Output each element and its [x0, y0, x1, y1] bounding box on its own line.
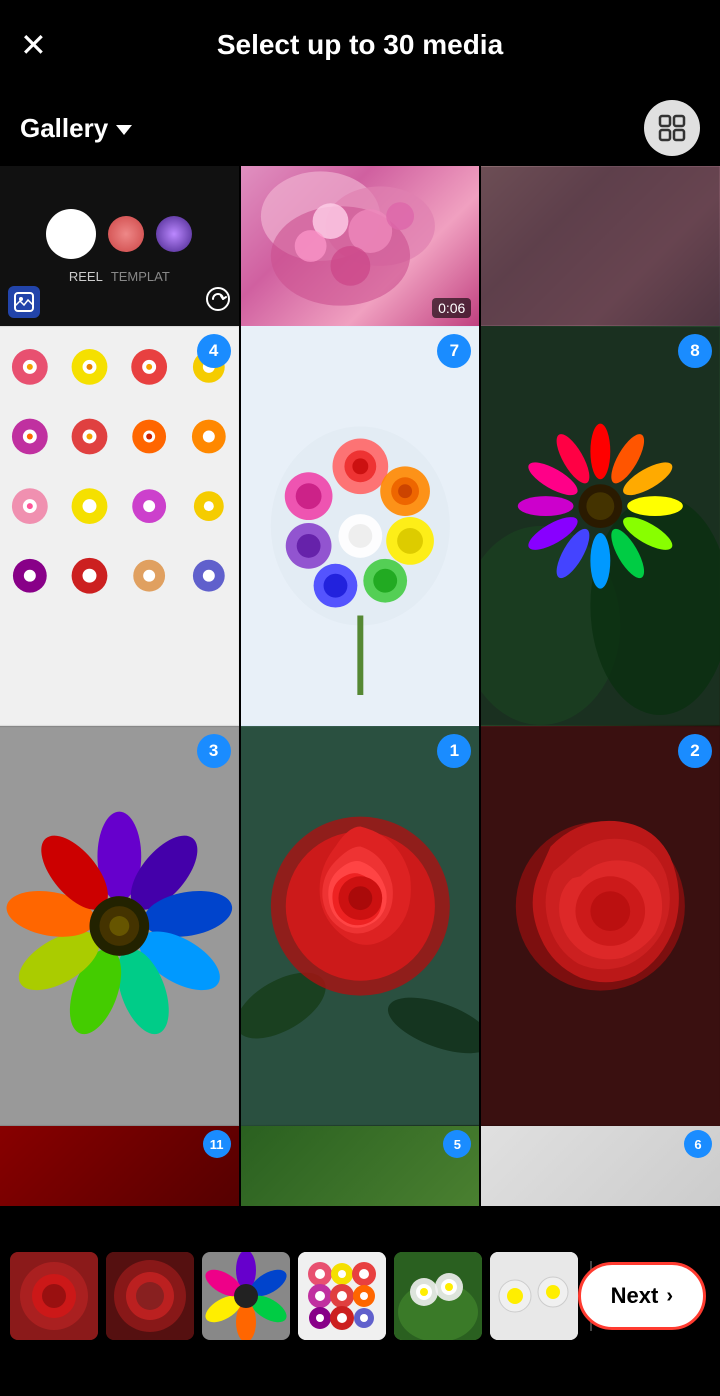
- selection-tray: Next ›: [0, 1206, 720, 1386]
- media-cell-8[interactable]: 8: [481, 326, 720, 726]
- chevron-down-icon: [116, 125, 132, 135]
- media-cell-dark[interactable]: [481, 166, 720, 326]
- next-button[interactable]: Next ›: [578, 1262, 706, 1330]
- partial-cell-6[interactable]: 6: [481, 1126, 720, 1206]
- partial-grid-row: 11 5 6: [0, 1126, 720, 1206]
- grid-view-icon: [658, 114, 686, 142]
- tray-item-5[interactable]: [394, 1252, 482, 1340]
- emoji-icon: [108, 216, 144, 252]
- tray-item-3-image: [202, 1252, 290, 1340]
- red-rose-2-image: [481, 726, 720, 1126]
- selection-badge-11: 11: [203, 1130, 231, 1158]
- next-button-label: Next: [611, 1283, 659, 1309]
- tray-item-1-image: [10, 1252, 98, 1340]
- tray-item-2[interactable]: [106, 1252, 194, 1340]
- camera-row: REEL TEMPLAT 0:06: [0, 166, 720, 326]
- red-rose-1-image: [241, 726, 480, 1126]
- camera-mode-bar: REEL TEMPLAT: [69, 269, 170, 284]
- partial-cell-11[interactable]: 11: [0, 1126, 239, 1206]
- tray-item-1[interactable]: [10, 1252, 98, 1340]
- gallery-corner-icon: [8, 286, 40, 318]
- media-cell-pink-flowers[interactable]: 0:06: [241, 166, 480, 326]
- tray-item-2-image: [106, 1252, 194, 1340]
- page-title: Select up to 30 media: [217, 29, 503, 61]
- tray-item-6-image: [490, 1252, 578, 1340]
- media-grid-row-2: 3 1 2: [0, 726, 720, 1126]
- reel-label: REEL: [69, 269, 103, 284]
- selection-badge-4: 4: [197, 334, 231, 368]
- selection-badge-6: 6: [684, 1130, 712, 1158]
- dark-flower-image: [481, 166, 720, 326]
- selection-badge-2: 2: [678, 734, 712, 768]
- selection-badge-5: 5: [443, 1130, 471, 1158]
- camera-shutter: [46, 209, 96, 259]
- media-cell-7[interactable]: 7: [241, 326, 480, 726]
- camera-switch-icon: [205, 286, 231, 318]
- close-button[interactable]: ✕: [20, 29, 47, 61]
- media-cell-1[interactable]: 1: [241, 726, 480, 1126]
- gallery-dropdown[interactable]: Gallery: [20, 113, 132, 144]
- rainbow-cosmos-image: [0, 726, 239, 1126]
- grid-toggle-button[interactable]: [644, 100, 700, 156]
- partial-cell-5[interactable]: 5: [241, 1126, 480, 1206]
- camera-ui: REEL TEMPLAT: [46, 209, 192, 284]
- effects-icon: [156, 216, 192, 252]
- camera-cell[interactable]: REEL TEMPLAT: [0, 166, 239, 326]
- rainbow-daisy-image: [481, 326, 720, 726]
- gallery-label-text: Gallery: [20, 113, 108, 144]
- video-duration: 0:06: [432, 298, 471, 318]
- gallery-bar: Gallery: [0, 90, 720, 166]
- selection-badge-8: 8: [678, 334, 712, 368]
- tray-item-3[interactable]: [202, 1252, 290, 1340]
- rainbow-rose-image: [241, 326, 480, 726]
- tray-item-6[interactable]: [490, 1252, 578, 1340]
- tray-item-5-image: [394, 1252, 482, 1340]
- media-cell-4[interactable]: 4: [0, 326, 239, 726]
- media-cell-2[interactable]: 2: [481, 726, 720, 1126]
- tray-item-4-image: [298, 1252, 386, 1340]
- tray-item-4[interactable]: [298, 1252, 386, 1340]
- media-cell-3[interactable]: 3: [0, 726, 239, 1126]
- selection-badge-3: 3: [197, 734, 231, 768]
- flower-grid-image: [0, 326, 239, 726]
- header: ✕ Select up to 30 media: [0, 0, 720, 90]
- next-chevron-icon: ›: [666, 1285, 673, 1308]
- media-grid-row-1: 4: [0, 326, 720, 726]
- template-label: TEMPLAT: [111, 269, 170, 284]
